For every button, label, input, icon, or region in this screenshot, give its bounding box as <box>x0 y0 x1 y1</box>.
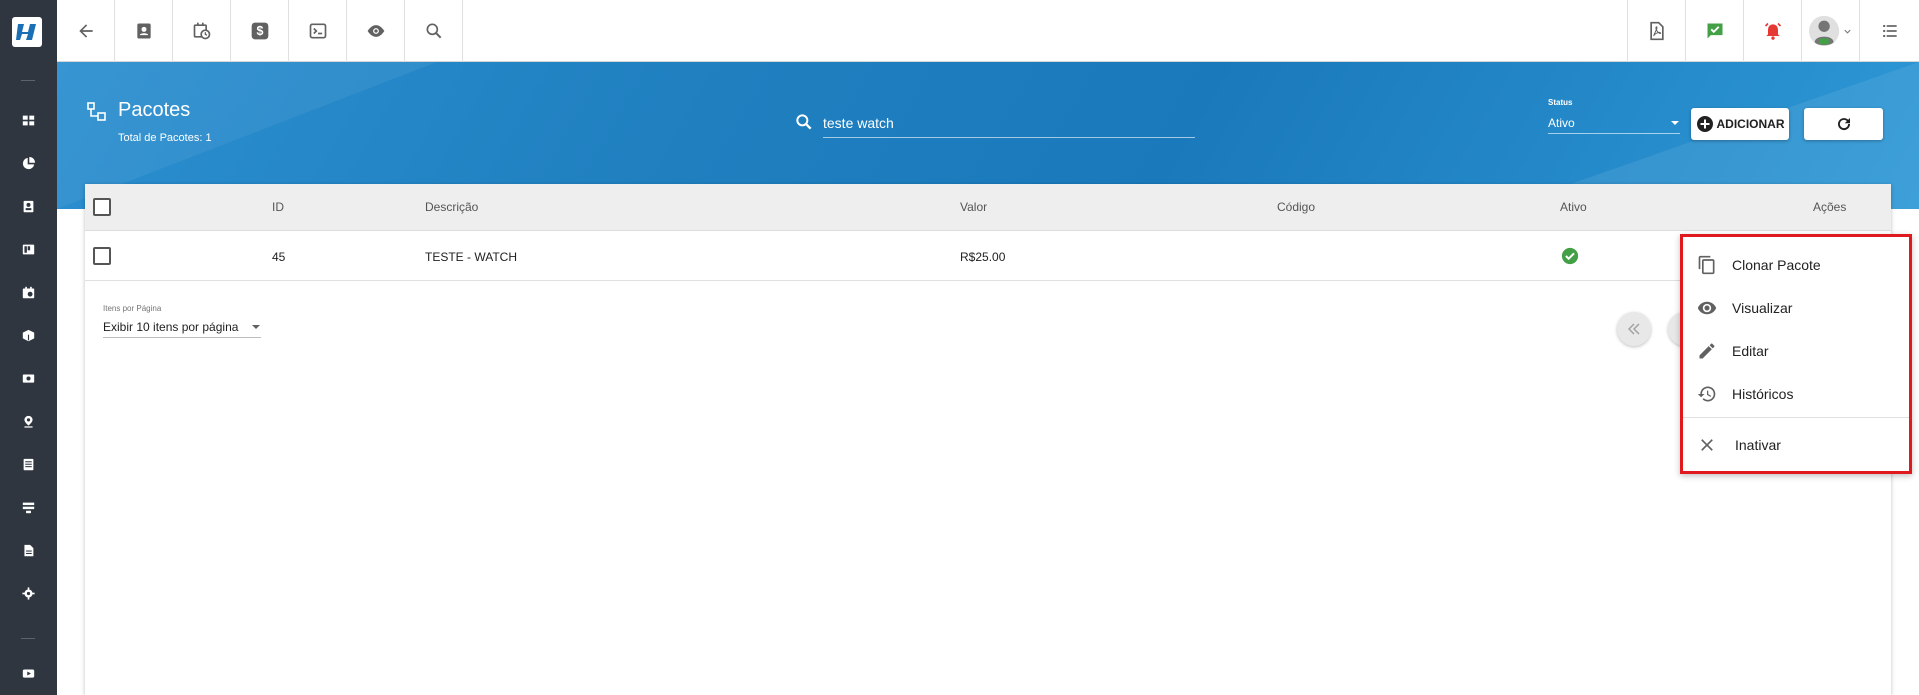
video-icon[interactable] <box>20 665 36 681</box>
packages-icon <box>87 102 106 121</box>
select-all-checkbox[interactable] <box>93 198 111 216</box>
add-button-label: ADICIONAR <box>1716 117 1785 131</box>
add-circle-icon <box>1696 116 1713 132</box>
dashboard-icon[interactable] <box>20 112 36 128</box>
package-icon[interactable] <box>20 327 36 343</box>
close-icon <box>1701 439 1713 451</box>
table-header: ID Descrição Valor Código Ativo Ações <box>85 184 1891 231</box>
eye-icon <box>1697 301 1717 315</box>
search-icon <box>796 114 812 130</box>
items-per-page-label: Itens por Página <box>103 304 162 313</box>
contacts-button[interactable] <box>115 0 173 62</box>
menu-item-label: Históricos <box>1732 386 1794 402</box>
total-count: Total de Pacotes: 1 <box>118 132 212 144</box>
settings-icon[interactable] <box>20 585 36 601</box>
terminal-icon <box>309 23 326 39</box>
chat-check-icon <box>1707 23 1722 39</box>
column-codigo[interactable]: Código <box>1277 200 1315 214</box>
list-icon <box>1882 24 1897 38</box>
menu-divider <box>1683 417 1909 418</box>
alarm-icon <box>1764 22 1781 40</box>
sidebar-separator <box>21 80 35 81</box>
top-toolbar: $ <box>57 0 1919 62</box>
sidebar-separator <box>21 638 35 639</box>
messages-button[interactable] <box>1685 0 1743 62</box>
user-menu-button[interactable] <box>1801 0 1859 62</box>
add-button[interactable]: ADICIONAR <box>1691 108 1789 140</box>
contact-card-icon <box>136 23 151 39</box>
logo-icon <box>16 24 36 40</box>
status-value: Ativo <box>1548 115 1575 130</box>
page-title: Pacotes <box>118 99 191 121</box>
calendar-icon[interactable] <box>20 284 36 300</box>
copy-icon <box>1698 255 1715 275</box>
status-label: Status <box>1548 98 1573 107</box>
dollar-icon: $ <box>251 22 268 40</box>
calendar-clock-icon <box>193 22 210 40</box>
menu-item-clonar[interactable]: Clonar Pacote <box>1683 245 1909 285</box>
column-ativo[interactable]: Ativo <box>1560 200 1587 214</box>
location-icon[interactable] <box>20 413 36 429</box>
refresh-icon <box>1837 118 1850 131</box>
back-button[interactable] <box>57 0 115 62</box>
money-icon[interactable] <box>20 370 36 386</box>
board-icon[interactable] <box>20 241 36 257</box>
menu-button[interactable] <box>1859 0 1919 62</box>
pdf-icon <box>1649 21 1664 41</box>
row-valor: R$25.00 <box>960 250 1006 264</box>
column-descricao[interactable]: Descrição <box>425 200 478 214</box>
app-logo[interactable] <box>12 17 42 47</box>
table-row[interactable]: 45 TESTE - WATCH R$25.00 <box>85 231 1891 281</box>
list-icon[interactable] <box>20 456 36 472</box>
row-id: 45 <box>272 250 286 264</box>
menu-item-label: Visualizar <box>1732 300 1793 316</box>
menu-item-editar[interactable]: Editar <box>1683 331 1909 371</box>
refresh-button[interactable] <box>1804 108 1883 140</box>
menu-item-label: Clonar Pacote <box>1732 257 1821 273</box>
finance-button[interactable]: $ <box>231 0 289 62</box>
chevron-down-icon <box>1844 29 1851 34</box>
view-button[interactable] <box>347 0 405 62</box>
column-acoes: Ações <box>1813 200 1847 214</box>
search-button[interactable] <box>405 0 463 62</box>
items-per-page-value: Exibir 10 itens por página <box>103 319 239 334</box>
terminal-button[interactable] <box>289 0 347 62</box>
back-arrow-icon <box>78 24 93 38</box>
search-input[interactable] <box>823 108 1195 138</box>
sidebar <box>0 0 57 695</box>
menu-item-inativar[interactable]: Inativar <box>1683 425 1909 465</box>
first-page-button[interactable] <box>1617 312 1651 346</box>
row-descricao: TESTE - WATCH <box>425 250 517 264</box>
pencil-icon <box>1699 343 1715 359</box>
packages-table: ID Descrição Valor Código Ativo Ações 45… <box>85 184 1891 695</box>
pie-chart-icon[interactable] <box>20 155 36 171</box>
column-id[interactable]: ID <box>272 200 284 214</box>
active-check-icon <box>1561 247 1579 265</box>
schedule-button[interactable] <box>173 0 231 62</box>
alarm-button[interactable] <box>1743 0 1801 62</box>
menu-item-label: Inativar <box>1735 437 1781 453</box>
svg-text:$: $ <box>256 24 263 38</box>
dropdown-arrow-icon <box>1671 120 1679 125</box>
history-icon <box>1697 386 1716 402</box>
row-checkbox[interactable] <box>93 247 111 265</box>
menu-item-visualizar[interactable]: Visualizar <box>1683 288 1909 328</box>
actions-menu: Clonar Pacote Visualizar Editar Históric… <box>1680 234 1912 474</box>
items-per-page-select[interactable]: Exibir 10 itens por página <box>103 316 261 338</box>
server-icon[interactable] <box>20 499 36 515</box>
document-icon[interactable] <box>20 542 36 558</box>
search-icon <box>426 23 441 39</box>
column-valor[interactable]: Valor <box>960 200 987 214</box>
double-chevron-left-icon <box>1628 323 1640 335</box>
eye-icon <box>367 25 384 37</box>
dropdown-arrow-icon <box>252 324 260 329</box>
contacts-icon[interactable] <box>20 198 36 214</box>
status-select[interactable]: Ativo <box>1548 112 1680 134</box>
menu-item-label: Editar <box>1732 343 1769 359</box>
pdf-button[interactable] <box>1627 0 1685 62</box>
avatar <box>1809 15 1840 47</box>
menu-item-historicos[interactable]: Históricos <box>1683 374 1909 414</box>
